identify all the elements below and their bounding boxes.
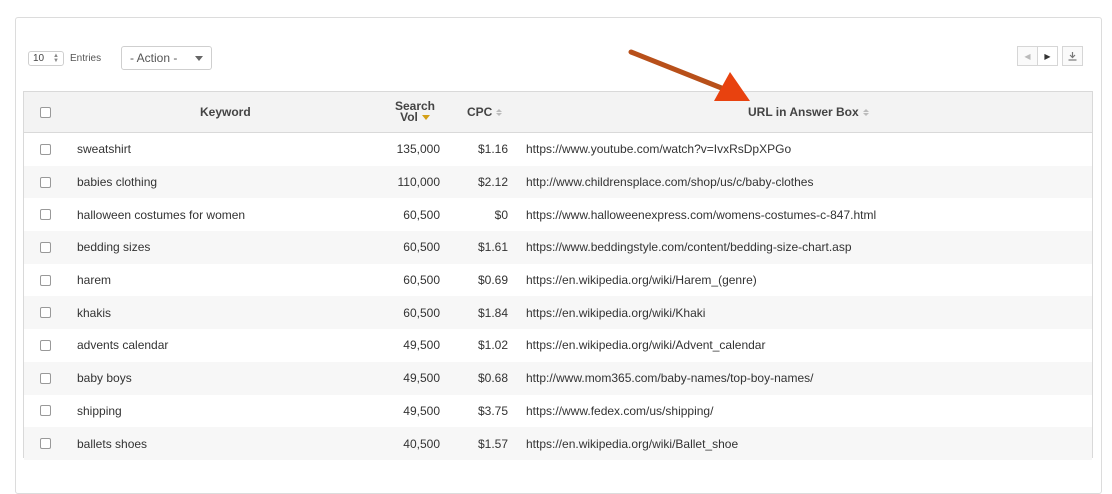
table-body: sweatshirt 135,000 $1.16 https://www.youtub…: [24, 133, 1092, 460]
url-cell[interactable]: https://en.wikipedia.org/wiki/Harem_(gen…: [526, 264, 757, 297]
keyword-cell: sweatshirt: [77, 142, 132, 157]
row-select-cell: [40, 264, 51, 297]
keyword-cell: advents calendar: [77, 338, 169, 353]
search-vol-cell: 110,000: [397, 175, 441, 190]
chevron-down-icon: [195, 55, 203, 61]
search-vol-cell: 49,500: [403, 403, 440, 418]
table-row: baby boys 49,500 $0.68 http://www.mom365.co…: [24, 361, 1092, 395]
search-vol-cell: 49,500: [403, 338, 440, 353]
sort-icon: [496, 108, 503, 116]
table-row: advents calendar 49,500 $1.02 https://en.wi…: [24, 329, 1092, 362]
prev-page-button[interactable]: ◀: [1017, 46, 1038, 66]
keyword-cell: ballets shoes: [77, 436, 148, 451]
url-cell[interactable]: https://en.wikipedia.org/wiki/Khaki: [526, 296, 705, 329]
row-select-cell: [40, 427, 51, 460]
row-checkbox[interactable]: [40, 241, 51, 253]
pagination: ◀ ▶: [1017, 46, 1083, 66]
keyword-cell: baby boys: [77, 371, 132, 386]
row-select-cell: [40, 166, 51, 199]
keyword-cell: bedding sizes: [77, 240, 151, 255]
keyword-cell: shipping: [77, 403, 122, 418]
url-cell[interactable]: https://en.wikipedia.org/wiki/Ballet_sho…: [526, 427, 738, 460]
search-vol-cell: 135,000: [396, 142, 440, 157]
select-all-checkbox[interactable]: [40, 106, 51, 118]
cpc-cell: $1.84: [477, 305, 508, 320]
cpc-cell: $0: [494, 207, 508, 222]
row-checkbox[interactable]: [40, 438, 51, 450]
entries-control: 10 ▲ ▼ Entries: [28, 50, 101, 67]
url-cell[interactable]: https://www.fedex.com/us/shipping/: [526, 395, 713, 428]
table-row: babies clothing 110,000 $2.12 http://www.ch…: [24, 165, 1092, 199]
select-all-cell: [40, 92, 51, 132]
url-cell[interactable]: https://www.youtube.com/watch?v=IvxRsDpX…: [526, 133, 791, 166]
keyword-cell: halloween costumes for women: [77, 207, 246, 222]
search-vol-cell: 60,500: [403, 240, 440, 255]
search-vol-cell: 49,500: [403, 371, 440, 386]
cpc-cell: $1.02: [477, 338, 508, 353]
header-cpc[interactable]: CPC: [467, 92, 503, 132]
search-vol-cell: 40,500: [403, 436, 440, 451]
cpc-cell: $1.16: [477, 142, 508, 157]
keywords-table: Keyword Search Vol CPC URL in Answer Box…: [23, 91, 1093, 460]
url-cell[interactable]: https://www.halloweenexpress.com/womens-…: [526, 198, 876, 231]
entries-value: 10: [33, 53, 45, 64]
cpc-cell: $1.57: [477, 436, 508, 451]
sort-desc-icon: [421, 115, 430, 120]
header-url-label: URL in Answer Box: [748, 105, 859, 119]
header-search-vol[interactable]: Search Vol: [395, 92, 435, 132]
entries-label: Entries: [70, 53, 102, 64]
url-cell[interactable]: http://www.mom365.com/baby-names/top-boy…: [526, 362, 813, 395]
download-icon: [1068, 51, 1077, 61]
entries-select[interactable]: 10 ▲ ▼: [28, 51, 64, 66]
row-checkbox[interactable]: [40, 274, 51, 286]
row-checkbox[interactable]: [40, 372, 51, 384]
download-button[interactable]: [1062, 46, 1083, 66]
row-checkbox[interactable]: [40, 209, 51, 221]
row-checkbox[interactable]: [40, 339, 51, 351]
table-row: shipping 49,500 $3.75 https://www.fedex.com…: [24, 395, 1092, 428]
search-vol-cell: 60,500: [403, 305, 440, 320]
keyword-cell: babies clothing: [77, 175, 158, 190]
table-header: Keyword Search Vol CPC URL in Answer Box: [24, 92, 1092, 133]
table-row: halloween costumes for women 60,500 $0 http…: [24, 198, 1092, 231]
table-row: sweatshirt 135,000 $1.16 https://www.youtub…: [24, 133, 1092, 166]
cpc-cell: $0.68: [477, 371, 508, 386]
sort-icon: [862, 108, 869, 116]
url-cell[interactable]: https://en.wikipedia.org/wiki/Advent_cal…: [526, 329, 765, 362]
table-row: ballets shoes 40,500 $1.57 https://en.wikip…: [24, 427, 1092, 460]
row-checkbox[interactable]: [40, 405, 51, 417]
header-cpc-label: CPC: [467, 105, 493, 119]
next-page-button[interactable]: ▶: [1037, 46, 1058, 66]
keyword-cell: khakis: [77, 305, 112, 320]
table-row: bedding sizes 60,500 $1.61 https://www.bedd…: [24, 231, 1092, 264]
row-select-cell: [40, 296, 51, 329]
url-cell[interactable]: http://www.childrensplace.com/shop/us/c/…: [526, 166, 813, 199]
search-vol-cell: 60,500: [403, 207, 440, 222]
header-keyword[interactable]: Keyword: [200, 92, 251, 132]
row-select-cell: [40, 362, 51, 395]
cpc-cell: $1.61: [477, 240, 508, 255]
header-keyword-label: Keyword: [200, 105, 251, 119]
row-checkbox[interactable]: [40, 176, 51, 188]
row-checkbox[interactable]: [40, 143, 51, 155]
url-cell[interactable]: https://www.beddingstyle.com/content/bed…: [526, 231, 852, 264]
search-vol-cell: 60,500: [403, 273, 440, 288]
header-url-answer-box[interactable]: URL in Answer Box: [748, 92, 869, 132]
cpc-cell: $2.12: [477, 175, 508, 190]
row-checkbox[interactable]: [40, 307, 51, 319]
row-select-cell: [40, 329, 51, 362]
header-search-vol-line2: Vol: [400, 110, 418, 124]
cpc-cell: $0.69: [477, 273, 508, 288]
keyword-cell: harem: [77, 273, 112, 288]
cpc-cell: $3.75: [477, 403, 508, 418]
row-select-cell: [40, 395, 51, 428]
action-select-label: - Action -: [130, 51, 178, 65]
row-select-cell: [40, 133, 51, 166]
table-row: khakis 60,500 $1.84 https://en.wikipedia.or…: [24, 296, 1092, 330]
table-row: harem 60,500 $0.69 https://en.wikipedia.org…: [24, 264, 1092, 297]
updown-icon: ▲ ▼: [53, 52, 59, 64]
action-select[interactable]: - Action -: [121, 46, 212, 70]
row-select-cell: [40, 231, 51, 264]
row-select-cell: [40, 198, 51, 231]
